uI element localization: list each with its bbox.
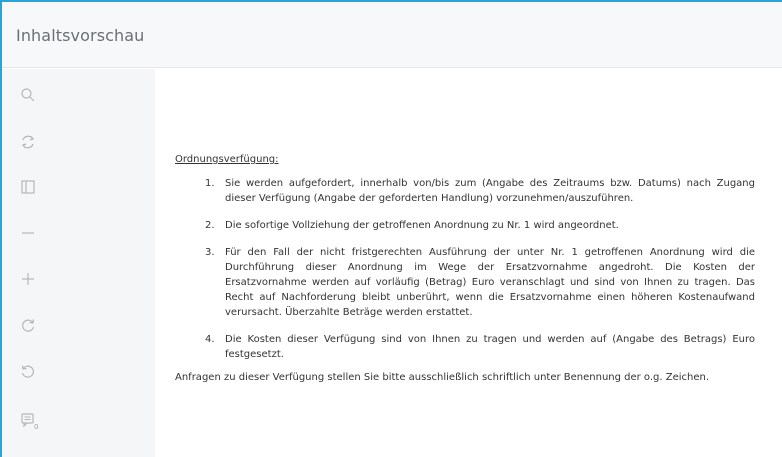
header-bar: Inhaltsvorschau <box>2 2 782 68</box>
list-item-text: Die sofortige Vollziehung der getroffene… <box>225 220 619 231</box>
zoom-out-icon[interactable] <box>17 222 39 244</box>
rotate-right-icon[interactable] <box>17 314 39 336</box>
list-item-number: 2. <box>205 220 215 231</box>
list-item: 1. Sie werden aufgefordert, innerhalb von… <box>175 176 755 206</box>
zoom-in-icon[interactable] <box>17 268 39 290</box>
panel-icon[interactable] <box>17 176 39 198</box>
list-item-text: Für den Fall der nicht fristgerechten Au… <box>225 247 755 318</box>
refresh-icon[interactable] <box>17 131 39 153</box>
rotate-left-icon[interactable] <box>17 360 39 382</box>
document-footer: Anfragen zu dieser Verfügung stellen Sie… <box>175 372 710 383</box>
list-item: 2. Die sofortige Vollziehung der getroffe… <box>175 218 755 233</box>
preview-window: Inhaltsvorschau 0 Ordnungsverfügung: 1. … <box>0 0 782 457</box>
comment-count-badge: 0 <box>34 423 39 431</box>
list-item: 3. Für den Fall der nicht fristgerechten … <box>175 245 755 320</box>
search-icon[interactable] <box>17 84 39 106</box>
comment-icon[interactable]: 0 <box>17 409 39 431</box>
document-page: Ordnungsverfügung: 1. Sie werden aufgefor… <box>175 152 755 385</box>
list-item-text: Die Kosten dieser Verfügung sind von Ihn… <box>225 334 755 360</box>
list-item-number: 4. <box>205 334 215 345</box>
list-item: 4. Die Kosten dieser Verfügung sind von I… <box>175 332 755 362</box>
list-item-text: Sie werden aufgefordert, innerhalb von/b… <box>225 178 755 204</box>
document-preview: Ordnungsverfügung: 1. Sie werden aufgefor… <box>155 69 782 457</box>
document-list: 1. Sie werden aufgefordert, innerhalb von… <box>175 176 755 362</box>
toolbar-sidebar: 0 <box>2 69 155 457</box>
list-item-number: 1. <box>205 178 215 189</box>
document-heading: Ordnungsverfügung: <box>175 154 279 165</box>
page-title: Inhaltsvorschau <box>16 26 145 45</box>
list-item-number: 3. <box>205 247 215 258</box>
